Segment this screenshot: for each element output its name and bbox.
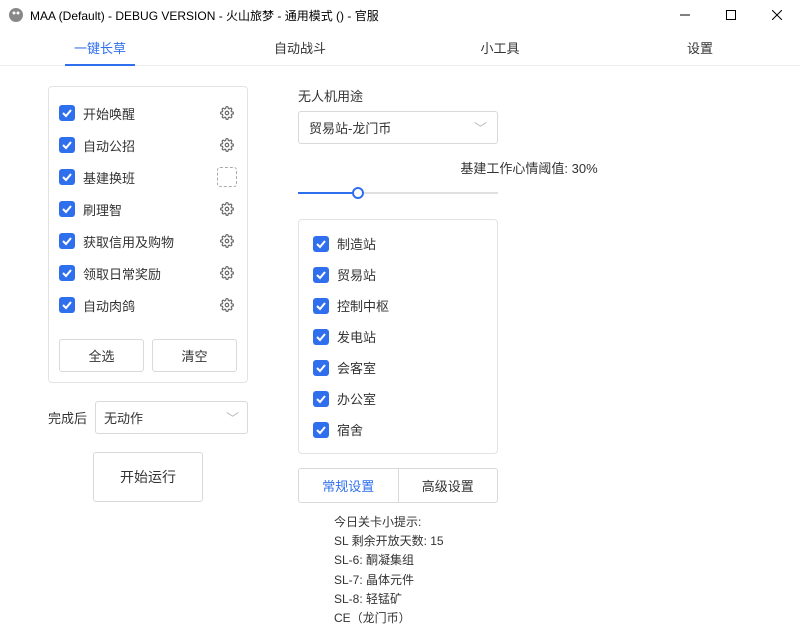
task-label: 自动肉鸽: [83, 296, 135, 315]
after-value: 无动作: [104, 408, 143, 427]
chevron-down-icon: ﹀: [226, 408, 239, 427]
gear-icon[interactable]: [217, 167, 237, 187]
daily-tips: 今日关卡小提示:SL 剩余开放天数: 15SL-6: 酮凝集组SL-7: 晶体元…: [334, 513, 760, 628]
chevron-down-icon: ﹀: [474, 118, 487, 137]
facility-label: 控制中枢: [337, 296, 389, 315]
start-button[interactable]: 开始运行: [93, 452, 203, 502]
checkbox-icon[interactable]: [313, 329, 329, 345]
titlebar: MAA (Default) - DEBUG VERSION - 火山旅梦 - 通…: [0, 0, 800, 30]
task-row: 获取信用及购物: [59, 225, 237, 257]
checkbox-icon[interactable]: [313, 298, 329, 314]
facility-row[interactable]: 贸易站: [313, 259, 483, 290]
facility-label: 办公室: [337, 389, 376, 408]
checkbox-icon[interactable]: [313, 422, 329, 438]
task-row: 领取日常奖励: [59, 257, 237, 289]
maximize-button[interactable]: [708, 0, 754, 30]
checkbox-icon[interactable]: [59, 233, 75, 249]
gear-icon[interactable]: [217, 231, 237, 251]
drone-select[interactable]: 贸易站-龙门币 ﹀: [298, 111, 498, 144]
window-title: MAA (Default) - DEBUG VERSION - 火山旅梦 - 通…: [30, 7, 662, 24]
facility-row[interactable]: 宿舍: [313, 414, 483, 445]
app-icon: [8, 7, 24, 23]
drone-label: 无人机用途: [298, 86, 760, 105]
slider-thumb[interactable]: [352, 187, 364, 199]
checkbox-icon[interactable]: [59, 201, 75, 217]
facility-label: 贸易站: [337, 265, 376, 284]
threshold-slider[interactable]: [298, 183, 498, 203]
checkbox-icon[interactable]: [313, 391, 329, 407]
close-button[interactable]: [754, 0, 800, 30]
checkbox-icon[interactable]: [59, 297, 75, 313]
task-row: 开始唤醒: [59, 97, 237, 129]
task-list: 开始唤醒自动公招基建换班刷理智获取信用及购物领取日常奖励自动肉鸽全选清空: [48, 86, 248, 383]
facility-label: 宿舍: [337, 420, 363, 439]
clear-button[interactable]: 清空: [152, 339, 237, 372]
gear-icon[interactable]: [217, 263, 237, 283]
facility-row[interactable]: 制造站: [313, 228, 483, 259]
checkbox-icon[interactable]: [59, 105, 75, 121]
tab-general-settings[interactable]: 常规设置: [299, 469, 399, 502]
main-tabs: 一键长草 自动战斗 小工具 设置: [0, 30, 800, 66]
gear-icon[interactable]: [217, 295, 237, 315]
facility-row[interactable]: 会客室: [313, 352, 483, 383]
gear-icon[interactable]: [217, 199, 237, 219]
window-controls: [662, 0, 800, 30]
facility-label: 发电站: [337, 327, 376, 346]
checkbox-icon[interactable]: [59, 265, 75, 281]
drone-value: 贸易站-龙门币: [309, 118, 391, 137]
after-select[interactable]: 无动作 ﹀: [95, 401, 248, 434]
checkbox-icon[interactable]: [313, 267, 329, 283]
tab-settings[interactable]: 设置: [600, 30, 800, 65]
task-label: 领取日常奖励: [83, 264, 161, 283]
gear-icon[interactable]: [217, 135, 237, 155]
after-label: 完成后: [48, 408, 87, 427]
task-label: 自动公招: [83, 136, 135, 155]
task-label: 开始唤醒: [83, 104, 135, 123]
task-label: 刷理智: [83, 200, 122, 219]
facility-row[interactable]: 发电站: [313, 321, 483, 352]
checkbox-icon[interactable]: [313, 360, 329, 376]
gear-icon[interactable]: [217, 103, 237, 123]
settings-tabs: 常规设置 高级设置: [298, 468, 498, 503]
tab-auto-fight[interactable]: 自动战斗: [200, 30, 400, 65]
checkbox-icon[interactable]: [313, 236, 329, 252]
task-label: 获取信用及购物: [83, 232, 174, 251]
threshold-label: 基建工作心情阈值: 30%: [298, 158, 760, 177]
checkbox-icon[interactable]: [59, 137, 75, 153]
facility-label: 制造站: [337, 234, 376, 253]
tab-grass[interactable]: 一键长草: [0, 30, 200, 65]
task-row: 刷理智: [59, 193, 237, 225]
tab-tools[interactable]: 小工具: [400, 30, 600, 65]
task-row: 自动肉鸽: [59, 289, 237, 321]
facility-row[interactable]: 办公室: [313, 383, 483, 414]
task-row: 基建换班: [59, 161, 237, 193]
facility-row[interactable]: 控制中枢: [313, 290, 483, 321]
tab-advanced-settings[interactable]: 高级设置: [399, 469, 498, 502]
task-row: 自动公招: [59, 129, 237, 161]
checkbox-icon[interactable]: [59, 169, 75, 185]
facility-label: 会客室: [337, 358, 376, 377]
task-label: 基建换班: [83, 168, 135, 187]
minimize-button[interactable]: [662, 0, 708, 30]
facility-list: 制造站贸易站控制中枢发电站会客室办公室宿舍: [298, 219, 498, 454]
select-all-button[interactable]: 全选: [59, 339, 144, 372]
